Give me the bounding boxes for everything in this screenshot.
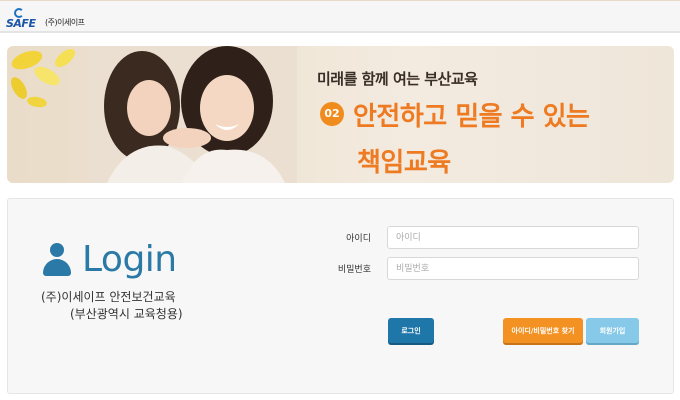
login-button[interactable]: 로그인 [388,318,434,343]
user-icon [42,243,72,277]
top-header: SAFE (주)이세이프 [0,0,680,33]
password-input[interactable] [387,257,639,280]
banner-headline-2: 책임교육 [357,148,451,178]
safe-logo-icon: SAFE [6,8,50,30]
id-input[interactable] [387,226,639,249]
id-label: 아이디 [346,234,371,244]
signup-button[interactable]: 회원가입 [586,318,639,343]
service-name: (주)이세이프 안전보건교육 [41,290,176,304]
service-audience: (부산광역시 교육청용) [70,307,183,321]
login-heading: Login [42,240,177,280]
login-panel: Login (주)이세이프 안전보건교육 (부산광역시 교육청용) 아이디 비밀… [7,198,674,394]
logo-word: SAFE [6,17,36,30]
company-logo[interactable]: SAFE (주)이세이프 [6,8,85,30]
find-id-password-button[interactable]: 아이디/비밀번호 찾기 [503,318,583,343]
mother-daughter-photo [87,46,297,183]
promo-banner: 미래를 함께 여는 부산교육 02 안전하고 믿을 수 있는 책임교육 [7,46,674,183]
banner-headline-1: 안전하고 믿을 수 있는 [353,102,590,132]
banner-subtitle: 미래를 함께 여는 부산교육 [317,70,478,88]
login-title: Login [82,239,177,280]
password-label: 비밀번호 [337,265,371,275]
logo-company-name: (주)이세이프 [45,18,85,27]
banner-number-badge: 02 [320,102,344,126]
